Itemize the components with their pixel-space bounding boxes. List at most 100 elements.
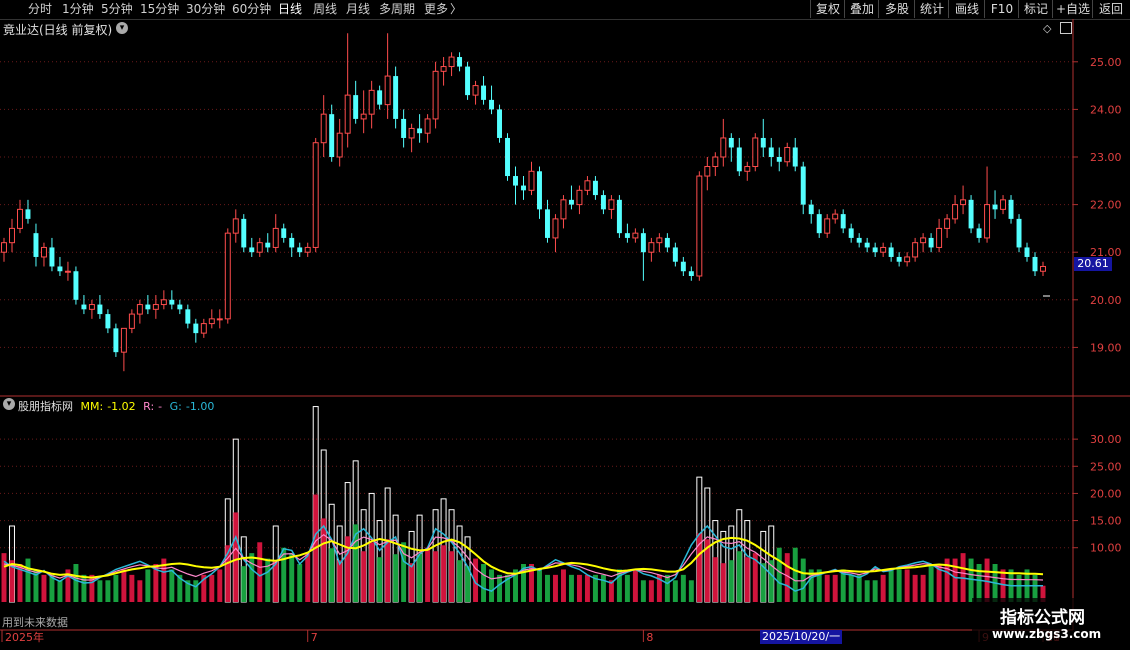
candle-body-up: [384, 75, 391, 106]
candle-body-down: [401, 118, 407, 138]
indicator-bar: [688, 580, 694, 602]
r-label: R:: [143, 400, 155, 413]
candle-body-down: [241, 218, 247, 248]
indicator-bar: [169, 569, 175, 602]
candle-body-up: [432, 70, 439, 120]
indicator-bar: [856, 574, 862, 602]
candle-body-up: [632, 232, 639, 239]
candle-body-up: [712, 156, 719, 168]
indicator-bar: [393, 554, 399, 602]
indicator-bar: [584, 574, 590, 602]
indicator-tick-label: 20.00: [1090, 487, 1122, 500]
candle-body-down: [792, 147, 798, 167]
indicator-bar: [928, 564, 934, 602]
candle-body-up: [656, 237, 663, 244]
indicator-bar: [73, 564, 79, 602]
candle-body-down: [1016, 218, 1022, 248]
candle-body-up: [472, 85, 479, 96]
candle-body-down: [465, 66, 471, 96]
candle-body-down: [1008, 199, 1014, 219]
indicator-bar: [425, 547, 431, 602]
candle-body-down: [840, 214, 846, 229]
candle-body-down: [816, 214, 822, 234]
candle-body-up: [784, 146, 791, 163]
price-tick-label: 22.00: [1090, 199, 1122, 212]
diamond-icon[interactable]: ◇: [1043, 22, 1051, 35]
indicator-bar: [321, 518, 327, 602]
candle-body-up: [560, 199, 567, 220]
candle-body-down: [49, 247, 55, 267]
candle-body-down: [848, 228, 854, 238]
axes-layer: 25.0024.0023.0022.0021.0020.0019.0030.00…: [0, 19, 1130, 644]
candle-body-up: [344, 94, 351, 134]
candle-body-up: [744, 166, 751, 172]
candle-body-down: [457, 57, 463, 67]
indicator-tick-label: 10.00: [1090, 542, 1122, 555]
candle-body-up: [552, 218, 559, 239]
candle-body-up: [880, 246, 887, 253]
kline-chart[interactable]: 25.0024.0023.0022.0021.0020.0019.0030.00…: [0, 0, 1130, 650]
indicator-bar: [728, 560, 734, 602]
candle-body-down: [505, 137, 510, 177]
candle-body-down: [97, 304, 103, 315]
candle-body-down: [1024, 247, 1030, 257]
indicator-bar: [409, 563, 415, 602]
indicator-bar: [1, 553, 7, 602]
candle-body-down: [73, 271, 79, 300]
candle-body-up: [216, 318, 223, 321]
x-tick-label: 7: [311, 631, 318, 644]
indicator-bar: [81, 574, 87, 602]
price-tick-label: 19.00: [1090, 341, 1122, 354]
indicator-bar: [712, 557, 718, 602]
candle-body-down: [928, 237, 934, 248]
g-value: -1.00: [185, 400, 215, 413]
candle-body-up: [64, 270, 71, 273]
candle-body-down: [776, 157, 782, 162]
x-tick-label: 2025年: [5, 630, 44, 644]
indicator-bar: [736, 551, 742, 602]
candle-body-up: [256, 242, 263, 253]
indicator-bar: [952, 558, 958, 602]
indicator-bar: [672, 580, 678, 602]
candle-body-up: [984, 204, 991, 239]
candle-body-down: [513, 176, 518, 186]
indicator-bar: [289, 553, 295, 602]
indicator-bar: [824, 574, 830, 602]
indicator-title: 股朋指标网 MM: -1.02 R: - G: -1.00: [18, 398, 218, 414]
indicator-bar: [121, 569, 127, 602]
g-label: G:: [169, 400, 182, 413]
indicator-bar: [544, 574, 550, 602]
candle-body-down: [353, 95, 359, 119]
candle-body-up: [440, 66, 447, 72]
indicator-bar: [257, 542, 263, 602]
candle-body-down: [177, 304, 183, 310]
stock-title: 竟业达(日线 前复权): [3, 23, 113, 37]
indicator-bar: [896, 569, 902, 602]
chevron-down-icon[interactable]: ▾: [3, 398, 15, 410]
indicator-bar: [792, 547, 798, 602]
candle-body-down: [896, 256, 902, 262]
candle-body-up: [128, 313, 135, 329]
candle-body-down: [105, 314, 111, 329]
candle-body-down: [544, 209, 550, 238]
indicator-bar: [568, 574, 574, 602]
candle-body-up: [120, 327, 127, 353]
candle-body-down: [640, 233, 646, 253]
indicator-bar: [361, 551, 367, 602]
candle-body-down: [145, 304, 151, 310]
panel-toggle-icon[interactable]: [1060, 22, 1072, 34]
candle-body-down: [393, 76, 399, 119]
candle-body-down: [281, 228, 287, 238]
indicator-name: 股朋指标网: [18, 400, 73, 413]
indicator-bar: [57, 580, 63, 602]
candle-body-up: [208, 318, 215, 325]
candle-body-down: [185, 309, 191, 324]
indicator-bar: [377, 557, 383, 602]
candle-body-down: [808, 204, 814, 215]
candle-body-up: [160, 299, 167, 306]
candle-body-up: [936, 227, 943, 248]
candle-body-down: [417, 128, 423, 134]
mm-value: -1.02: [107, 400, 136, 413]
chevron-down-icon[interactable]: ▾: [116, 22, 128, 34]
indicator-bar: [113, 574, 119, 602]
